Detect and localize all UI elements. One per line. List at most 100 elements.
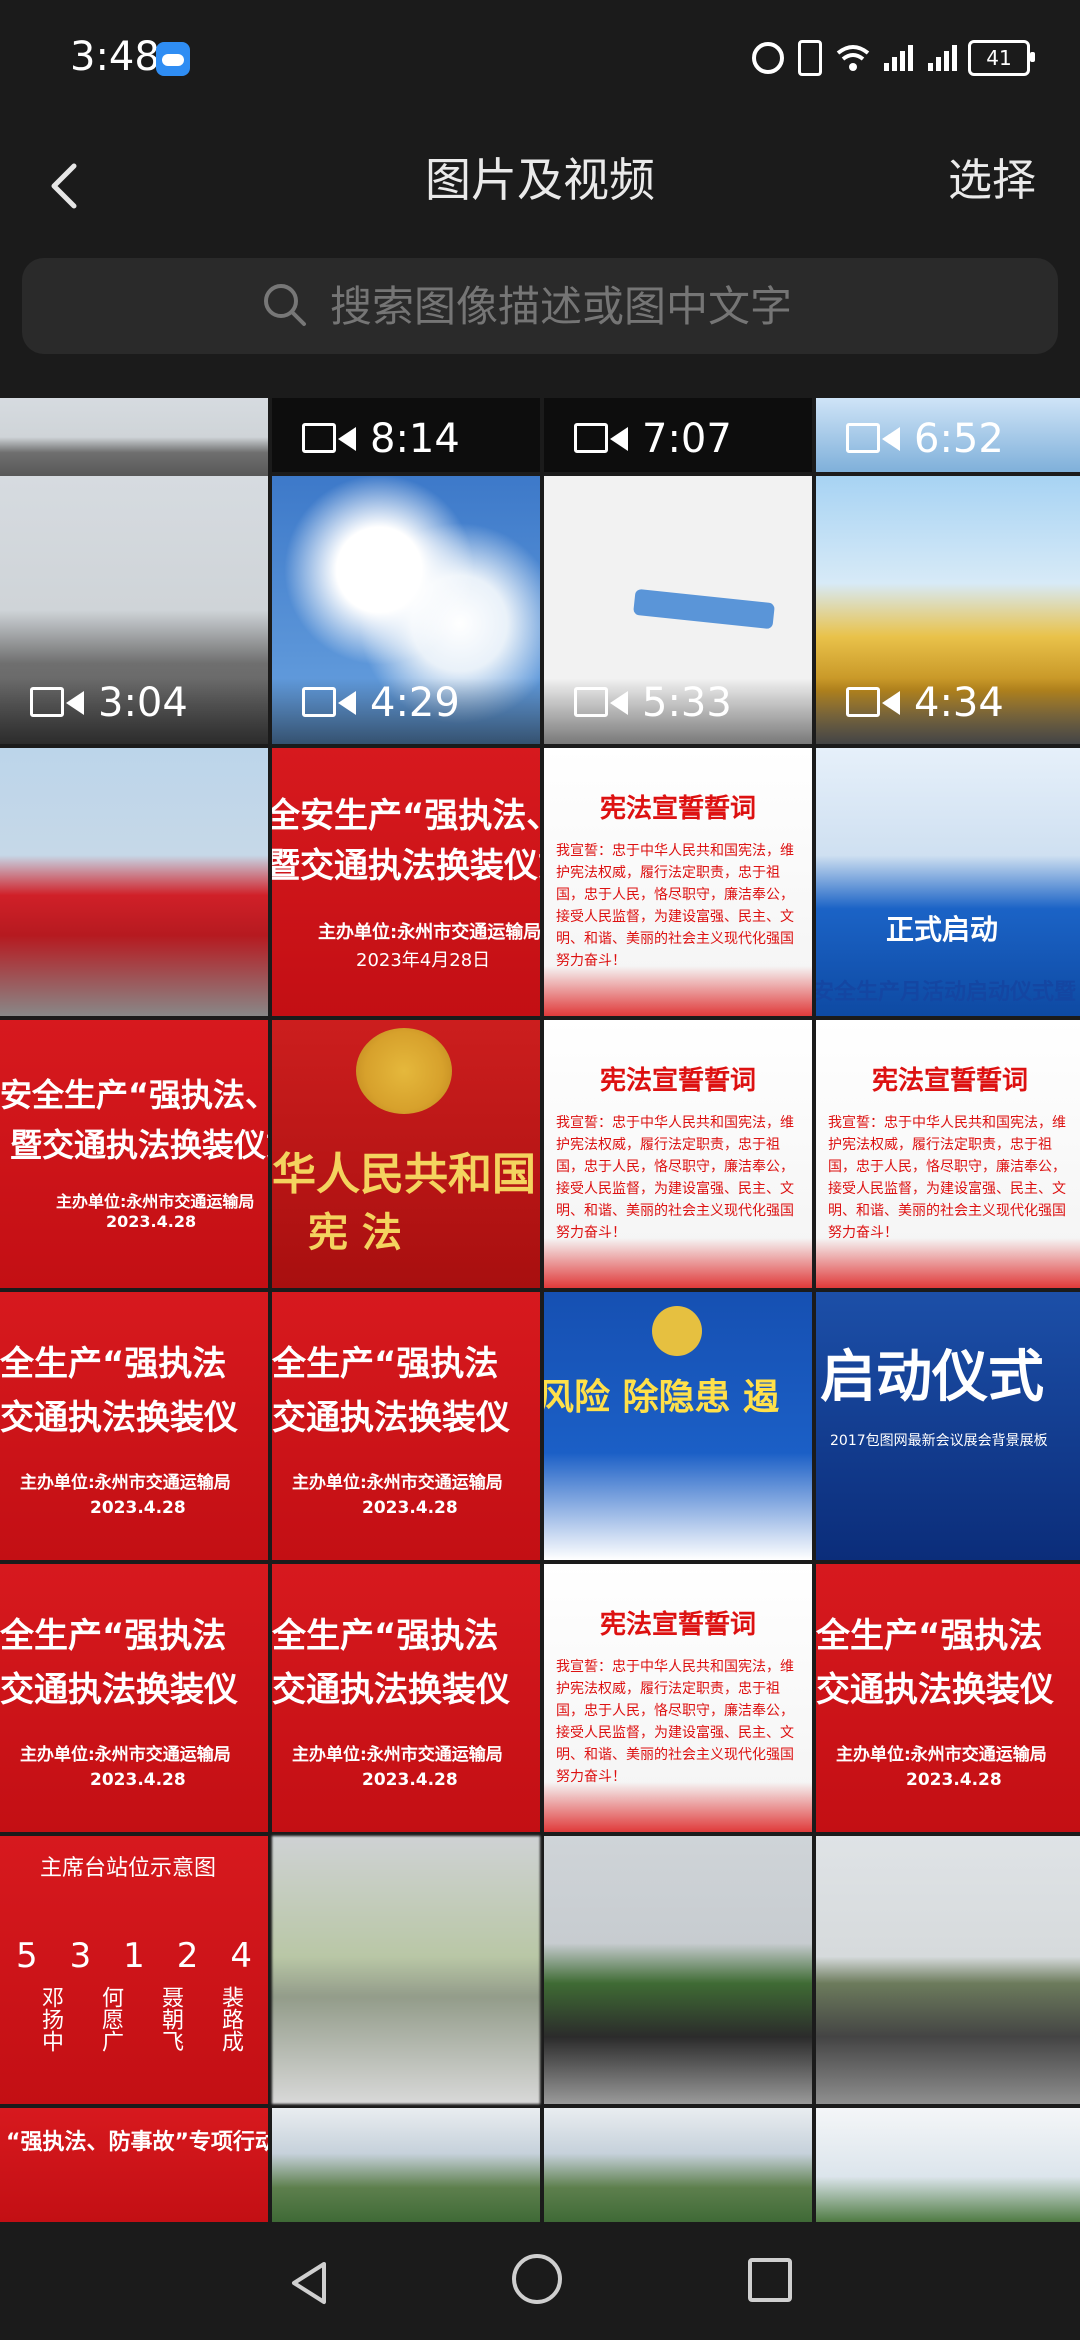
status-bar: 3:48 41 xyxy=(0,0,1080,120)
media-thumbnail[interactable]: 全生产“强执法 交通执法换装仪 主办单位:永州市交通运输局 2023.4.28 xyxy=(272,1292,540,1560)
thumbnail-text: 我宣誓：忠于中华人民共和国宪法，维护宪法权威，履行法定职责，忠于祖国，忠于人民，… xyxy=(556,843,794,969)
thumbnail-text: 正式启动 xyxy=(886,913,999,946)
national-emblem-icon xyxy=(356,1028,452,1114)
thumbnail-text: 交通执法换装仪 xyxy=(0,1670,238,1710)
thumbnail-text: 2023.4.28 xyxy=(106,1212,197,1231)
thumbnail-text: 我宣誓：忠于中华人民共和国宪法，维护宪法权威，履行法定职责，忠于祖国，忠于人民，… xyxy=(828,1115,1066,1241)
search-input[interactable] xyxy=(328,258,972,356)
media-thumbnail[interactable] xyxy=(272,2108,540,2222)
thumbnail-text: 2023.4.28 xyxy=(362,1770,458,1790)
thumbnail-text: 主席台站位示意图 xyxy=(40,1856,217,1881)
thumbnail-text: 全生产“强执法 xyxy=(0,1344,227,1384)
video-badge: 3:04 xyxy=(30,680,188,726)
thumbnail-text: 2023.4.28 xyxy=(906,1770,1002,1790)
video-badge: 8:14 xyxy=(302,416,460,462)
search-icon xyxy=(264,284,306,326)
video-duration: 6:52 xyxy=(914,416,1004,462)
vibrate-icon xyxy=(798,40,822,76)
select-button[interactable]: 选择 xyxy=(948,144,1036,208)
thumbnail-text: 2023.4.28 xyxy=(362,1498,458,1518)
status-icons: 41 xyxy=(752,40,1035,76)
media-thumbnail[interactable] xyxy=(272,1836,540,2104)
media-thumbnail[interactable]: 宪法宣誓誓词 我宣誓：忠于中华人民共和国宪法，维护宪法权威，履行法定职责，忠于祖… xyxy=(816,1020,1080,1288)
media-thumbnail[interactable]: 全生产“强执法 交通执法换装仪 主办单位:永州市交通运输局 2023.4.28 xyxy=(0,1292,268,1560)
thumbnail-text: 全生产“强执法 xyxy=(816,1616,1043,1656)
video-camera-icon xyxy=(302,685,360,721)
thumbnail-text: 我宣誓：忠于中华人民共和国宪法，维护宪法权威，履行法定职责，忠于祖国，忠于人民，… xyxy=(556,1115,794,1241)
thumbnail-text: 裴路成 xyxy=(218,1986,243,2052)
media-thumbnail[interactable]: 宪法宣誓誓词 我宣誓：忠于中华人民共和国宪法，维护宪法权威，履行法定职责，忠于祖… xyxy=(544,1564,812,1832)
search-bar[interactable] xyxy=(22,258,1058,356)
thumbnail-text: 交通执法换装仪 xyxy=(0,1398,238,1438)
video-duration: 4:29 xyxy=(370,680,460,726)
emblem-icon xyxy=(652,1306,702,1356)
media-thumbnail[interactable]: 6:52 xyxy=(816,398,1080,472)
media-thumbnail[interactable]: 主席台站位示意图 5 3 1 2 4 邓扬中 何愿广 聂朝飞 裴路成 xyxy=(0,1836,268,2104)
thumbnail-text: 主办单位:永州市交通运输局 xyxy=(292,1745,503,1765)
thumbnail-text: “强执法、防事故”专项行动启动暨执法换装仪式 xyxy=(6,2130,268,2155)
battery-level: 41 xyxy=(986,46,1012,70)
media-thumbnail[interactable]: 3:04 xyxy=(0,476,268,744)
thumbnail-text: 主办单位:永州市交通运输局 xyxy=(836,1745,1047,1765)
media-thumbnail[interactable] xyxy=(544,2108,812,2222)
thumbnail-text: 全生产“强执法 xyxy=(272,1344,499,1384)
media-thumbnail[interactable]: 4:34 xyxy=(816,476,1080,744)
nav-back-icon[interactable] xyxy=(284,2258,334,2308)
media-thumbnail[interactable]: 全安生产“强执法、 暨交通执法换装仪式 主办单位:永州市交通运输局 2023年4… xyxy=(272,748,540,1016)
media-thumbnail[interactable]: 全生产“强执法 交通执法换装仪 主办单位:永州市交通运输局 2023.4.28 xyxy=(272,1564,540,1832)
thumbnail-text: 全生产“强执法 xyxy=(272,1616,499,1656)
media-thumbnail[interactable]: 宪法宣誓誓词 我宣誓：忠于中华人民共和国宪法，维护宪法权威，履行法定职责，忠于祖… xyxy=(544,748,812,1016)
thumbnail-text: 启动仪式 xyxy=(820,1345,1044,1410)
signal-icon xyxy=(924,43,957,73)
thumbnail-text: 2023.4.28 xyxy=(90,1770,186,1790)
alarm-icon xyxy=(752,42,784,74)
thumbnail-text: 安全生产月活动启动仪式暨 xyxy=(816,980,1077,1005)
media-thumbnail[interactable] xyxy=(816,2108,1080,2222)
thumbnail-text: 暨交通执法换装仪式 xyxy=(272,846,540,886)
video-duration: 4:34 xyxy=(914,680,1004,726)
media-thumbnail[interactable]: 5:33 xyxy=(544,476,812,744)
media-thumbnail[interactable] xyxy=(0,398,268,476)
video-camera-icon xyxy=(302,421,360,457)
thumbnail-text: 2023.4.28 xyxy=(90,1498,186,1518)
thumbnail-text: 2 xyxy=(176,1936,199,1976)
thumbnail-text: 宪法宣誓誓词 xyxy=(599,794,756,824)
nav-recent-apps-icon[interactable] xyxy=(748,2258,792,2302)
media-thumbnail[interactable]: 全生产“强执法 交通执法换装仪 主办单位:永州市交通运输局 2023.4.28 xyxy=(0,1564,268,1832)
media-thumbnail[interactable]: 安全生产“强执法、防 暨交通执法换装仪式 主办单位:永州市交通运输局 2023.… xyxy=(0,1020,268,1288)
media-thumbnail[interactable]: “强执法、防事故”专项行动启动暨执法换装仪式 xyxy=(0,2108,268,2222)
media-thumbnail[interactable]: 7:07 xyxy=(544,398,812,472)
media-thumbnail[interactable] xyxy=(816,1836,1080,2104)
video-camera-icon xyxy=(846,421,904,457)
thumbnail-text: 1 xyxy=(123,1936,145,1976)
media-thumbnail[interactable]: 启动仪式 2017包图网最新会议展会背景展板 xyxy=(816,1292,1080,1560)
thumbnail-text: 聂朝飞 xyxy=(158,1986,183,2052)
media-thumbnail[interactable]: 4:29 xyxy=(272,476,540,744)
thumbnail-text: 交通执法换装仪 xyxy=(272,1670,510,1710)
media-thumbnail[interactable]: 8:14 xyxy=(272,398,540,472)
media-thumbnail[interactable] xyxy=(0,748,268,1016)
thumbnail-text: 全生产“强执法 xyxy=(0,1616,227,1656)
page-title: 图片及视频 xyxy=(425,153,655,207)
media-thumbnail[interactable]: 正式启动 安全生产月活动启动仪式暨 xyxy=(816,748,1080,1016)
navigation-bar xyxy=(0,2222,1080,2340)
media-thumbnail[interactable]: 华人民共和国 宪 法 xyxy=(272,1020,540,1288)
media-thumbnail[interactable]: 全生产“强执法 交通执法换装仪 主办单位:永州市交通运输局 2023.4.28 xyxy=(816,1564,1080,1832)
thumbnail-text: 何愿广 xyxy=(98,1986,123,2052)
thumbnail-text: 2023年4月28日 xyxy=(356,950,491,971)
media-thumbnail[interactable]: 风险 除隐患 遏 xyxy=(544,1292,812,1560)
video-camera-icon xyxy=(574,421,632,457)
thumbnail-text: 主办单位:永州市交通运输局 xyxy=(318,922,540,943)
thumbnail-text: 5 xyxy=(15,1936,38,1976)
nav-home-icon[interactable] xyxy=(512,2254,562,2304)
signal-icon xyxy=(880,43,913,73)
video-camera-icon xyxy=(846,685,904,721)
video-badge: 5:33 xyxy=(574,680,732,726)
video-badge: 7:07 xyxy=(574,416,732,462)
media-thumbnail[interactable]: 宪法宣誓誓词 我宣誓：忠于中华人民共和国宪法，维护宪法权威，履行法定职责，忠于祖… xyxy=(544,1020,812,1288)
media-thumbnail[interactable] xyxy=(544,1836,812,2104)
thumbnail-text: 宪法宣誓誓词 xyxy=(599,1610,756,1640)
video-badge: 4:34 xyxy=(846,680,1004,726)
video-duration: 3:04 xyxy=(98,680,188,726)
thumbnail-text: 2017包图网最新会议展会背景展板 xyxy=(830,1433,1048,1449)
